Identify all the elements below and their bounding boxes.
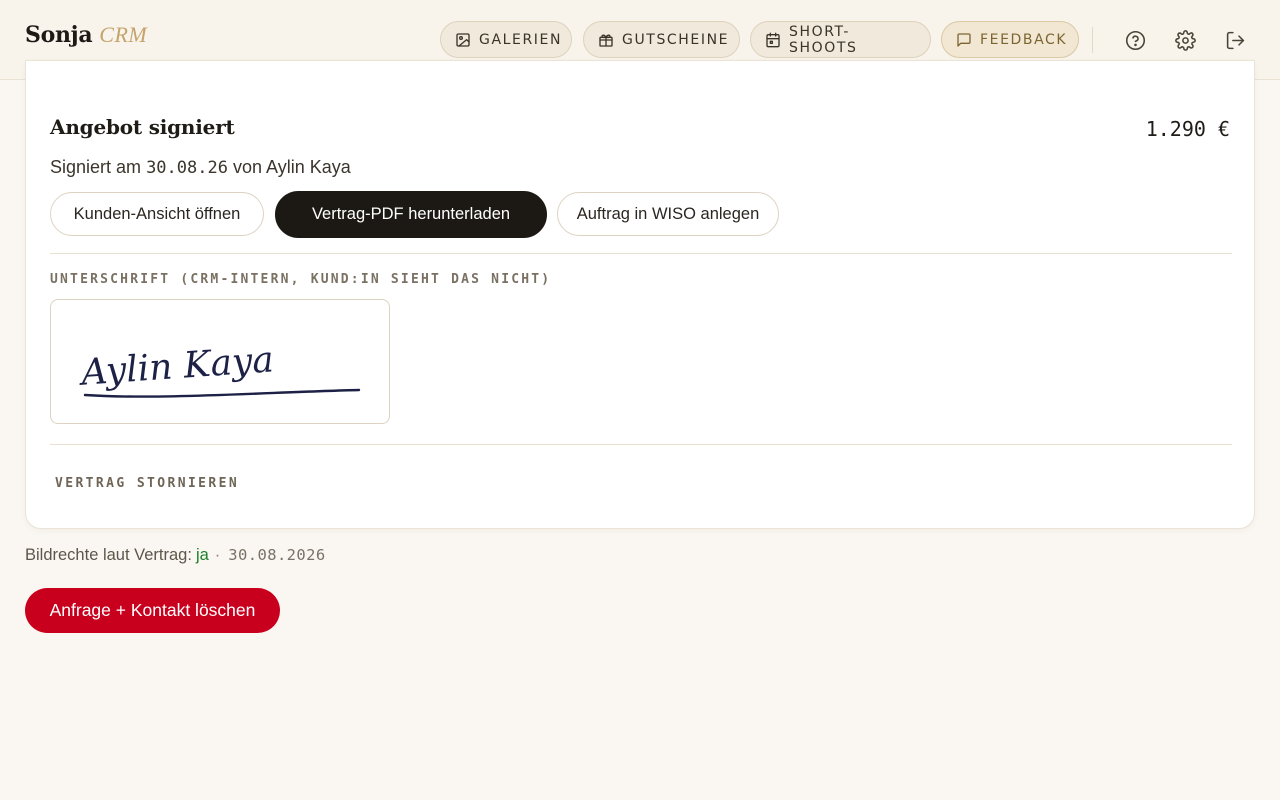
nav-feedback-button[interactable]: FEEDBACK bbox=[941, 21, 1079, 58]
brand-logo[interactable]: Sonja CRM bbox=[25, 22, 147, 48]
download-contract-pdf-button[interactable]: Vertrag-PDF herunterladen bbox=[275, 191, 547, 238]
calendar-icon bbox=[766, 32, 780, 47]
offer-title: Angebot signiert bbox=[50, 115, 235, 139]
logout-icon bbox=[1226, 31, 1244, 49]
gift-icon bbox=[599, 34, 613, 47]
signature-image: Aylin Kaya bbox=[50, 299, 390, 424]
offer-amount: 1.290 € bbox=[1145, 117, 1230, 141]
nav-vouchers-label: GUTSCHEINE bbox=[622, 31, 730, 48]
open-customer-view-label: Kunden-Ansicht öffnen bbox=[73, 204, 241, 223]
handwritten-signature: Aylin Kaya bbox=[77, 339, 361, 398]
brand-subtitle: CRM bbox=[99, 22, 148, 47]
signature-section-label: UNTERSCHRIFT (CRM-INTERN, KUND:IN SIEHT … bbox=[50, 272, 552, 287]
signature-text: Aylin Kaya bbox=[77, 339, 275, 394]
logout-button[interactable] bbox=[1222, 27, 1248, 53]
signed-prefix: Signiert am bbox=[50, 157, 142, 177]
help-button[interactable] bbox=[1122, 27, 1148, 53]
brand-name: Sonja bbox=[25, 22, 93, 48]
signed-info: Signiert am 30.08.26 von Aylin Kaya bbox=[50, 157, 351, 178]
nav-galleries-label: GALERIEN bbox=[479, 31, 563, 48]
settings-button[interactable] bbox=[1172, 27, 1198, 53]
nav-galleries-button[interactable]: GALERIEN bbox=[440, 21, 572, 58]
nav-feedback-label: FEEDBACK bbox=[980, 31, 1068, 48]
image-rights-value: ja bbox=[195, 546, 209, 564]
delete-request-contact-label: Anfrage + Kontakt löschen bbox=[49, 600, 256, 620]
signed-date: 30.08.26 bbox=[146, 158, 228, 178]
signed-by-name: Aylin Kaya bbox=[266, 157, 351, 177]
create-wiso-order-label: Auftrag in WISO anlegen bbox=[576, 204, 760, 223]
open-customer-view-button[interactable]: Kunden-Ansicht öffnen bbox=[50, 192, 264, 236]
offer-card: Angebot signiert 1.290 € Signiert am 30.… bbox=[25, 60, 1255, 529]
section-divider-bottom bbox=[50, 444, 1232, 445]
delete-request-contact-button[interactable]: Anfrage + Kontakt löschen bbox=[25, 588, 280, 633]
gear-icon bbox=[1174, 29, 1196, 51]
chat-bubble-icon bbox=[957, 32, 971, 47]
header-divider bbox=[1092, 27, 1093, 53]
image-rights-info: Bildrechte laut Vertrag: ja · 30.08.2026 bbox=[25, 546, 326, 565]
image-rights-label: Bildrechte laut Vertrag: bbox=[25, 546, 192, 564]
nav-short-shoots-label: SHORT-SHOOTS bbox=[789, 23, 858, 56]
nav-vouchers-button[interactable]: GUTSCHEINE bbox=[583, 21, 740, 58]
create-wiso-order-button[interactable]: Auftrag in WISO anlegen bbox=[557, 192, 779, 236]
image-icon bbox=[456, 32, 470, 47]
image-rights-separator: · bbox=[214, 546, 221, 564]
image-rights-date: 30.08.2026 bbox=[228, 546, 326, 564]
nav-short-shoots-button[interactable]: SHORT-SHOOTS bbox=[750, 21, 931, 58]
help-circle-icon bbox=[1125, 30, 1145, 50]
signed-by-prefix: von bbox=[232, 157, 262, 177]
download-contract-pdf-label: Vertrag-PDF herunterladen bbox=[311, 205, 511, 223]
section-divider bbox=[50, 253, 1232, 254]
cancel-contract-link[interactable]: VERTRAG STORNIEREN bbox=[55, 476, 239, 491]
